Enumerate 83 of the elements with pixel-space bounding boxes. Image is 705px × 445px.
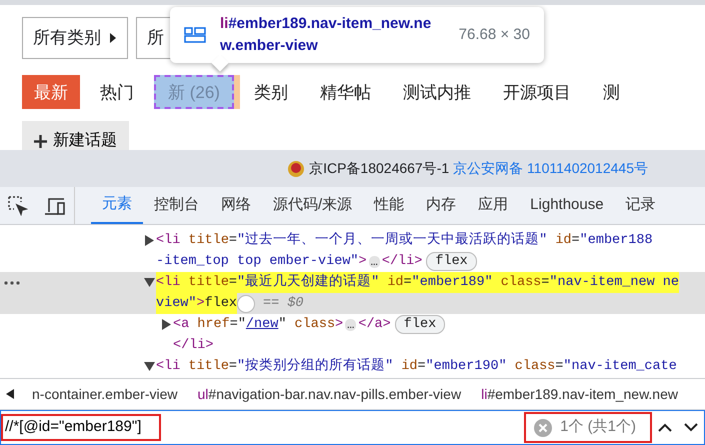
search-result-count: 1个 (共1个) xyxy=(524,412,652,443)
code-text: view" xyxy=(156,293,197,314)
code-text: <li xyxy=(156,232,180,250)
code-text: " xyxy=(278,316,286,334)
code-text: <li xyxy=(156,358,180,376)
code-text: "最近几天创建的话题" xyxy=(237,272,380,293)
code-text: > xyxy=(358,253,367,271)
code-text: > xyxy=(335,316,344,334)
href-link[interactable]: /new xyxy=(246,314,278,335)
code-text: = xyxy=(228,232,238,250)
code-text: title xyxy=(180,272,229,293)
code-text: = xyxy=(572,232,580,250)
code-text: class xyxy=(492,272,542,293)
code-text: id xyxy=(379,272,404,293)
code-text: id xyxy=(554,232,572,250)
code-text: <a xyxy=(173,316,190,334)
code-text: "nav-item_new ne xyxy=(549,272,680,293)
code-text: title xyxy=(187,232,229,250)
flex-badge[interactable]: flex xyxy=(394,315,446,334)
code-text: "过去一年、一个月、一周或一天中最活跃的话题" xyxy=(237,230,548,250)
code-text: <li xyxy=(156,272,180,293)
code-text: = xyxy=(418,358,426,376)
devtools-tab[interactable]: Lighthouse xyxy=(519,187,615,224)
devtools-tab[interactable]: 控制台 xyxy=(143,187,210,224)
code-text: =" xyxy=(230,316,246,334)
code-text: "按类别分组的所有话题" xyxy=(237,357,394,376)
breadcrumb-item[interactable]: ul#navigation-bar.nav.nav-pills.ember-view xyxy=(188,384,472,404)
code-text: class xyxy=(514,358,556,376)
code-text: = xyxy=(541,272,550,293)
ellipsis-button[interactable]: … xyxy=(368,256,380,268)
code-text: class xyxy=(294,316,336,334)
search-field[interactable]: //*[@id="ember189"] xyxy=(1,414,161,441)
ellipsis-button[interactable]: … xyxy=(345,318,356,330)
nav-tab[interactable]: 测试内推 xyxy=(390,75,483,109)
plus-icon xyxy=(34,134,47,148)
emblem-icon xyxy=(287,160,306,178)
nav-tab[interactable]: 测 xyxy=(590,75,632,109)
devtools-tab[interactable]: 性能 xyxy=(363,187,416,224)
nav-tab[interactable]: 最新 xyxy=(22,75,80,109)
devtools-tab[interactable]: 元素 xyxy=(91,187,143,224)
grid-layout-icon xyxy=(184,26,206,43)
inspect-icon[interactable] xyxy=(8,196,28,216)
code-text: "ember188 xyxy=(580,232,653,250)
nav-tab[interactable]: 开源项目 xyxy=(490,75,583,109)
code-text: </li> xyxy=(173,337,214,355)
size-text: 76.68 × 30 xyxy=(458,24,530,44)
devtools-tab[interactable]: 网络 xyxy=(210,187,262,224)
breadcrumb-item[interactable]: n-container.ember-view xyxy=(22,384,188,404)
icp-text: 京ICP备18024667号-1 xyxy=(309,159,450,178)
more-dots-icon xyxy=(4,280,20,284)
expand-arrow-icon[interactable] xyxy=(162,319,171,330)
code-text: </li> xyxy=(382,253,422,271)
collapse-arrow-icon[interactable] xyxy=(144,278,155,287)
code-text: = xyxy=(228,358,238,376)
chevron-down-icon xyxy=(684,423,698,432)
devtools-tab[interactable]: 源代码/来源 xyxy=(262,187,364,224)
code-text: flex xyxy=(204,293,238,314)
expand-arrow-icon[interactable] xyxy=(145,235,154,246)
collapse-arrow-icon[interactable] xyxy=(144,362,155,371)
devtools-tab[interactable]: 应用 xyxy=(467,187,520,224)
code-text: "nav-item_cate xyxy=(563,358,677,376)
nav-tab[interactable]: 精华帖 xyxy=(308,75,383,109)
circle-badge xyxy=(237,294,256,312)
code-text: = xyxy=(555,358,564,376)
device-icon[interactable] xyxy=(44,196,66,216)
breadcrumb-item[interactable]: li#ember189.nav-item_new.new xyxy=(471,384,688,404)
devtools-tab[interactable]: 记录 xyxy=(614,187,667,224)
chevron-up-icon xyxy=(658,423,672,432)
flex-badge[interactable]: flex xyxy=(426,252,477,271)
devtools-tab[interactable]: 内存 xyxy=(415,187,468,224)
new-topic-button[interactable]: 新建话题 xyxy=(22,121,129,150)
nav-tab[interactable]: 热门 xyxy=(88,75,146,109)
dollar-zero-note: == $0 xyxy=(263,295,304,313)
selector-text: li#ember189.nav-item_new.new.ember-view xyxy=(220,14,432,56)
code-text: href xyxy=(196,316,230,334)
code-text: -item_top top ember-view" xyxy=(156,253,359,271)
nav-tab[interactable]: 类别 xyxy=(242,75,300,109)
code-text: </a> xyxy=(358,316,391,334)
code-text: id xyxy=(400,358,418,376)
code-text: "ember189" xyxy=(412,272,493,293)
code-text: "ember190" xyxy=(426,358,507,376)
code-text: title xyxy=(187,358,229,376)
category-dropdown[interactable]: 所有类别 xyxy=(22,17,128,59)
